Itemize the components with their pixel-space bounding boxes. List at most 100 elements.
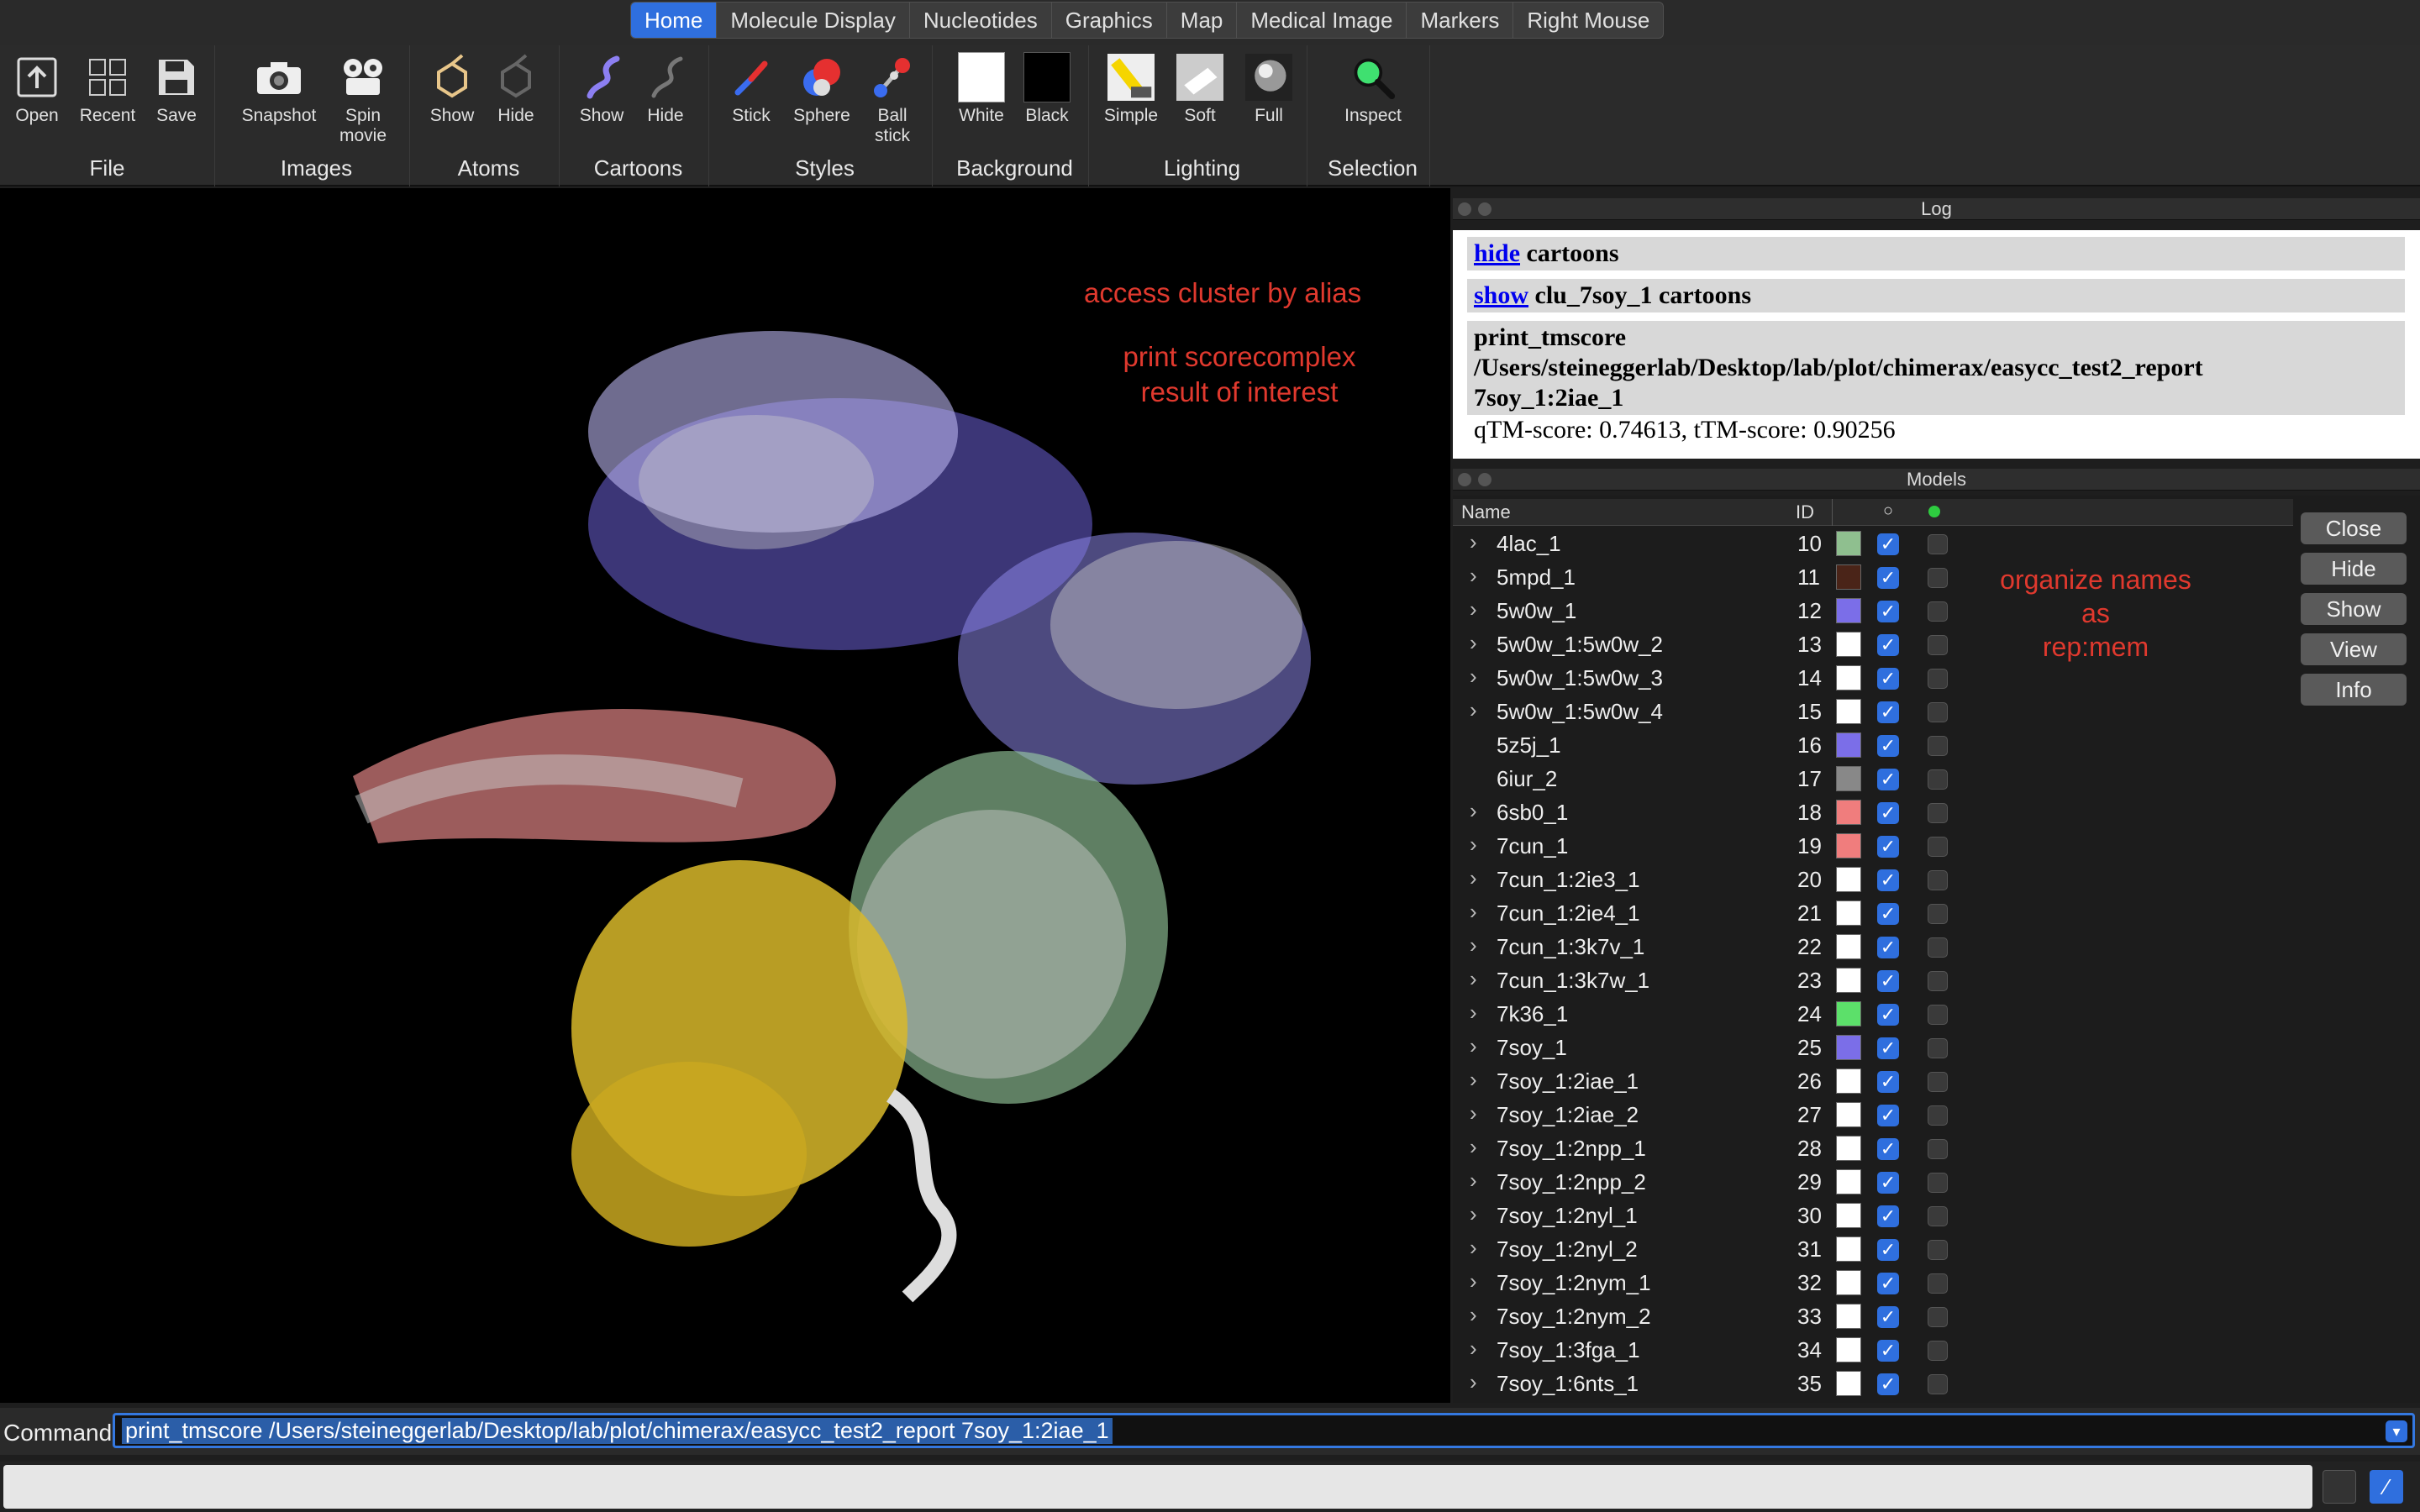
model-row[interactable]: › 7soy_1:3fga_1 34 ✓ [1453, 1332, 2293, 1366]
cartoons-show-button[interactable]: Show [568, 52, 635, 126]
model-color-swatch[interactable] [1836, 699, 1861, 724]
model-color-swatch[interactable] [1836, 564, 1861, 590]
model-select-checkbox[interactable] [1928, 1341, 1948, 1361]
model-row[interactable]: › 7soy_1:2nyl_2 31 ✓ [1453, 1231, 2293, 1265]
hide-model-button[interactable]: Hide [2301, 553, 2407, 585]
model-select-checkbox[interactable] [1928, 1374, 1948, 1394]
model-color-swatch[interactable] [1836, 1236, 1861, 1262]
model-select-checkbox[interactable] [1928, 1240, 1948, 1260]
command-history-dropdown-icon[interactable]: ▾ [2386, 1420, 2407, 1442]
model-row[interactable]: › 7cun_1:3k7v_1 22 ✓ [1453, 929, 2293, 963]
model-row[interactable]: › 6sb0_1 18 ✓ [1453, 795, 2293, 828]
expand-chevron-icon[interactable]: › [1470, 1302, 1477, 1328]
model-select-checkbox[interactable] [1928, 971, 1948, 991]
model-color-swatch[interactable] [1836, 1169, 1861, 1194]
model-color-swatch[interactable] [1836, 1001, 1861, 1026]
log-window-controls[interactable] [1458, 202, 1491, 216]
model-select-checkbox[interactable] [1928, 534, 1948, 554]
column-shown-icon[interactable]: ○ [1883, 501, 1893, 521]
model-select-checkbox[interactable] [1928, 1038, 1948, 1058]
open-button[interactable]: Open [3, 52, 71, 126]
model-select-checkbox[interactable] [1928, 1072, 1948, 1092]
model-shown-checkbox[interactable]: ✓ [1877, 1105, 1899, 1126]
expand-chevron-icon[interactable]: › [1470, 1369, 1477, 1395]
model-shown-checkbox[interactable]: ✓ [1877, 1037, 1899, 1059]
model-shown-checkbox[interactable]: ✓ [1877, 1306, 1899, 1328]
spin-movie-button[interactable]: Spin movie [328, 52, 398, 146]
expand-chevron-icon[interactable]: › [1470, 1000, 1477, 1026]
expand-chevron-icon[interactable]: › [1470, 932, 1477, 958]
model-color-swatch[interactable] [1836, 1371, 1861, 1396]
stick-button[interactable]: Stick [718, 52, 785, 126]
tab-home[interactable]: Home [631, 3, 718, 38]
model-row[interactable]: › 7soy_1:2nym_2 33 ✓ [1453, 1299, 2293, 1332]
model-select-checkbox[interactable] [1928, 1005, 1948, 1025]
model-shown-checkbox[interactable]: ✓ [1877, 769, 1899, 790]
model-color-swatch[interactable] [1836, 968, 1861, 993]
sphere-button[interactable]: Sphere [788, 52, 855, 126]
model-select-checkbox[interactable] [1928, 904, 1948, 924]
inspect-button[interactable]: Inspect [1339, 52, 1407, 126]
model-row[interactable]: › 4lac_1 10 ✓ [1453, 526, 2293, 559]
model-shown-checkbox[interactable]: ✓ [1877, 970, 1899, 992]
model-shown-checkbox[interactable]: ✓ [1877, 1239, 1899, 1261]
model-row[interactable]: › 7soy_1:2iae_2 27 ✓ [1453, 1097, 2293, 1131]
expand-chevron-icon[interactable]: › [1470, 865, 1477, 891]
model-color-swatch[interactable] [1836, 632, 1861, 657]
simple-lighting-button[interactable]: Simple [1097, 52, 1165, 126]
model-color-swatch[interactable] [1836, 531, 1861, 556]
model-color-swatch[interactable] [1836, 1203, 1861, 1228]
window-layout-icon[interactable] [2323, 1470, 2356, 1504]
model-shown-checkbox[interactable]: ✓ [1877, 1071, 1899, 1093]
model-shown-checkbox[interactable]: ✓ [1877, 1172, 1899, 1194]
column-id[interactable]: ID [1796, 501, 1814, 523]
model-select-checkbox[interactable] [1928, 870, 1948, 890]
model-color-swatch[interactable] [1836, 833, 1861, 858]
model-row[interactable]: › 7cun_1:3k7w_1 23 ✓ [1453, 963, 2293, 996]
expand-chevron-icon[interactable]: › [1470, 1201, 1477, 1227]
expand-chevron-icon[interactable]: › [1470, 899, 1477, 925]
log-link-hide[interactable]: hide [1474, 239, 1520, 267]
expand-chevron-icon[interactable]: › [1470, 1067, 1477, 1093]
command-input[interactable]: print_tmscore /Users/steineggerlab/Deskt… [113, 1413, 2415, 1448]
atoms-show-button[interactable]: Show [418, 52, 486, 126]
model-select-checkbox[interactable] [1928, 601, 1948, 622]
model-select-checkbox[interactable] [1928, 1139, 1948, 1159]
model-color-swatch[interactable] [1836, 1337, 1861, 1362]
graphics-viewport[interactable]: access cluster by alias print scorecompl… [0, 188, 1450, 1403]
model-row[interactable]: › 5w0w_1:5w0w_4 15 ✓ [1453, 694, 2293, 727]
model-select-checkbox[interactable] [1928, 568, 1948, 588]
model-color-swatch[interactable] [1836, 1136, 1861, 1161]
model-color-swatch[interactable] [1836, 800, 1861, 825]
model-shown-checkbox[interactable]: ✓ [1877, 601, 1899, 622]
close-model-button[interactable]: Close [2301, 512, 2407, 544]
cartoons-hide-button[interactable]: Hide [632, 52, 699, 126]
model-shown-checkbox[interactable]: ✓ [1877, 903, 1899, 925]
model-select-checkbox[interactable] [1928, 635, 1948, 655]
model-shown-checkbox[interactable]: ✓ [1877, 533, 1899, 555]
model-row[interactable]: › 7cun_1:2ie4_1 21 ✓ [1453, 895, 2293, 929]
model-color-swatch[interactable] [1836, 934, 1861, 959]
expand-chevron-icon[interactable]: › [1470, 1235, 1477, 1261]
model-select-checkbox[interactable] [1928, 1307, 1948, 1327]
stop-icon[interactable]: ⁄ [2370, 1470, 2403, 1504]
expand-chevron-icon[interactable]: › [1470, 596, 1477, 622]
expand-chevron-icon[interactable]: › [1470, 832, 1477, 858]
expand-chevron-icon[interactable]: › [1470, 966, 1477, 992]
model-row[interactable]: › 7soy_1:2npp_2 29 ✓ [1453, 1164, 2293, 1198]
model-row[interactable]: › 5w0w_1:5w0w_3 14 ✓ [1453, 660, 2293, 694]
model-color-swatch[interactable] [1836, 766, 1861, 791]
log-link-show[interactable]: show [1474, 281, 1528, 309]
expand-chevron-icon[interactable]: › [1470, 1100, 1477, 1126]
expand-chevron-icon[interactable]: › [1470, 1033, 1477, 1059]
model-select-checkbox[interactable] [1928, 1206, 1948, 1226]
model-shown-checkbox[interactable]: ✓ [1877, 735, 1899, 757]
model-select-checkbox[interactable] [1928, 837, 1948, 857]
models-window-controls[interactable] [1458, 473, 1491, 486]
model-select-checkbox[interactable] [1928, 803, 1948, 823]
white-background-button[interactable]: White [948, 52, 1015, 126]
expand-chevron-icon[interactable]: › [1470, 697, 1477, 723]
model-select-checkbox[interactable] [1928, 769, 1948, 790]
model-color-swatch[interactable] [1836, 1102, 1861, 1127]
model-color-swatch[interactable] [1836, 665, 1861, 690]
